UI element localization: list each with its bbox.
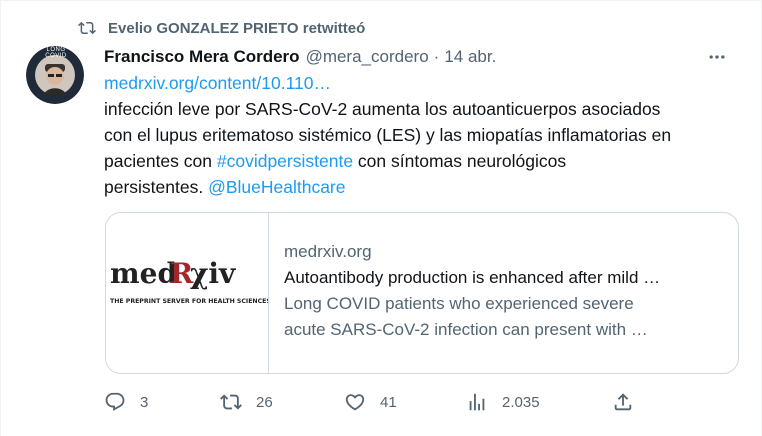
views-count: 2.035 <box>502 393 540 411</box>
reply-button[interactable]: 3 <box>104 388 148 416</box>
author-handle[interactable]: @mera_cordero <box>306 47 429 67</box>
like-button[interactable]: 41 <box>344 388 397 416</box>
card-description-1: Long COVID patients who experienced seve… <box>284 294 634 313</box>
card-domain: medrxiv.org <box>284 242 372 261</box>
separator-dot: · <box>433 47 440 66</box>
card-title: Autoantibody production is enhanced afte… <box>284 268 661 287</box>
tweet-line-4-prefix: persistentes. <box>104 177 209 197</box>
tweet-line-3-suffix: con síntomas neurológicos <box>353 151 567 171</box>
reply-icon <box>105 392 125 411</box>
share-button[interactable] <box>612 388 634 416</box>
tweet-line-4: persistentes. @BlueHealthcare <box>104 174 744 200</box>
card-description-2: acute SARS-CoV-2 infection can present w… <box>284 320 648 339</box>
svg-text:THE PREPRINT SERVER FOR HEALTH: THE PREPRINT SERVER FOR HEALTH SCIENCES <box>110 298 268 305</box>
more-options-button[interactable] <box>702 45 732 69</box>
views-button[interactable]: 2.035 <box>466 388 540 416</box>
svg-text:χiv: χiv <box>190 257 236 290</box>
reply-count: 3 <box>140 393 149 411</box>
tweet-line-1: infección leve por SARS-CoV-2 aumenta lo… <box>104 99 661 119</box>
like-count: 41 <box>380 393 397 411</box>
tweet-text: medrxiv.org/content/10.110… infección le… <box>104 70 744 200</box>
views-icon <box>469 393 485 411</box>
tweet-line-3-prefix: pacientes con <box>104 151 217 171</box>
card-text-block: medrxiv.org Autoantibody production is e… <box>284 239 724 343</box>
retweet-icon <box>220 394 242 410</box>
author-name[interactable]: Francisco Mera Cordero <box>104 47 300 67</box>
svg-text:med: med <box>110 257 177 290</box>
avatar-caption: LONG COVID <box>45 47 67 59</box>
tweet-timestamp[interactable]: 14 abr. <box>444 47 496 67</box>
card-thumbnail: med R χiv THE PREPRINT SERVER FOR HEALTH… <box>106 213 271 373</box>
hashtag-link[interactable]: #covidpersistente <box>217 151 353 171</box>
more-icon <box>709 55 725 59</box>
tweet-line-3: pacientes con #covidpersistente con sínt… <box>104 148 744 174</box>
retweet-banner: Evelio GONZALEZ PRIETO retwitteó <box>78 16 365 40</box>
tweet-line-2: con el lupus eritematoso sistémico (LES)… <box>104 125 672 145</box>
top-border <box>0 0 762 1</box>
retweet-count: 26 <box>256 393 273 411</box>
share-icon <box>614 393 632 411</box>
retweet-icon <box>78 19 96 37</box>
tweet-link[interactable]: medrxiv.org/content/10.110… <box>104 70 744 96</box>
tweet-actions: 3 26 41 2.035 <box>104 388 644 416</box>
link-preview-card[interactable]: med R χiv THE PREPRINT SERVER FOR HEALTH… <box>105 212 739 374</box>
retweeted-by-text[interactable]: Evelio GONZALEZ PRIETO retwitteó <box>108 20 365 37</box>
left-border <box>0 0 1 436</box>
retweet-button[interactable]: 26 <box>220 388 273 416</box>
mention-link[interactable]: @BlueHealthcare <box>208 177 345 197</box>
tweet-header: Francisco Mera Cordero @mera_cordero · 1… <box>104 45 744 69</box>
heart-icon <box>345 394 365 411</box>
medrxiv-logo: med R χiv THE PREPRINT SERVER FOR HEALTH… <box>110 257 271 305</box>
